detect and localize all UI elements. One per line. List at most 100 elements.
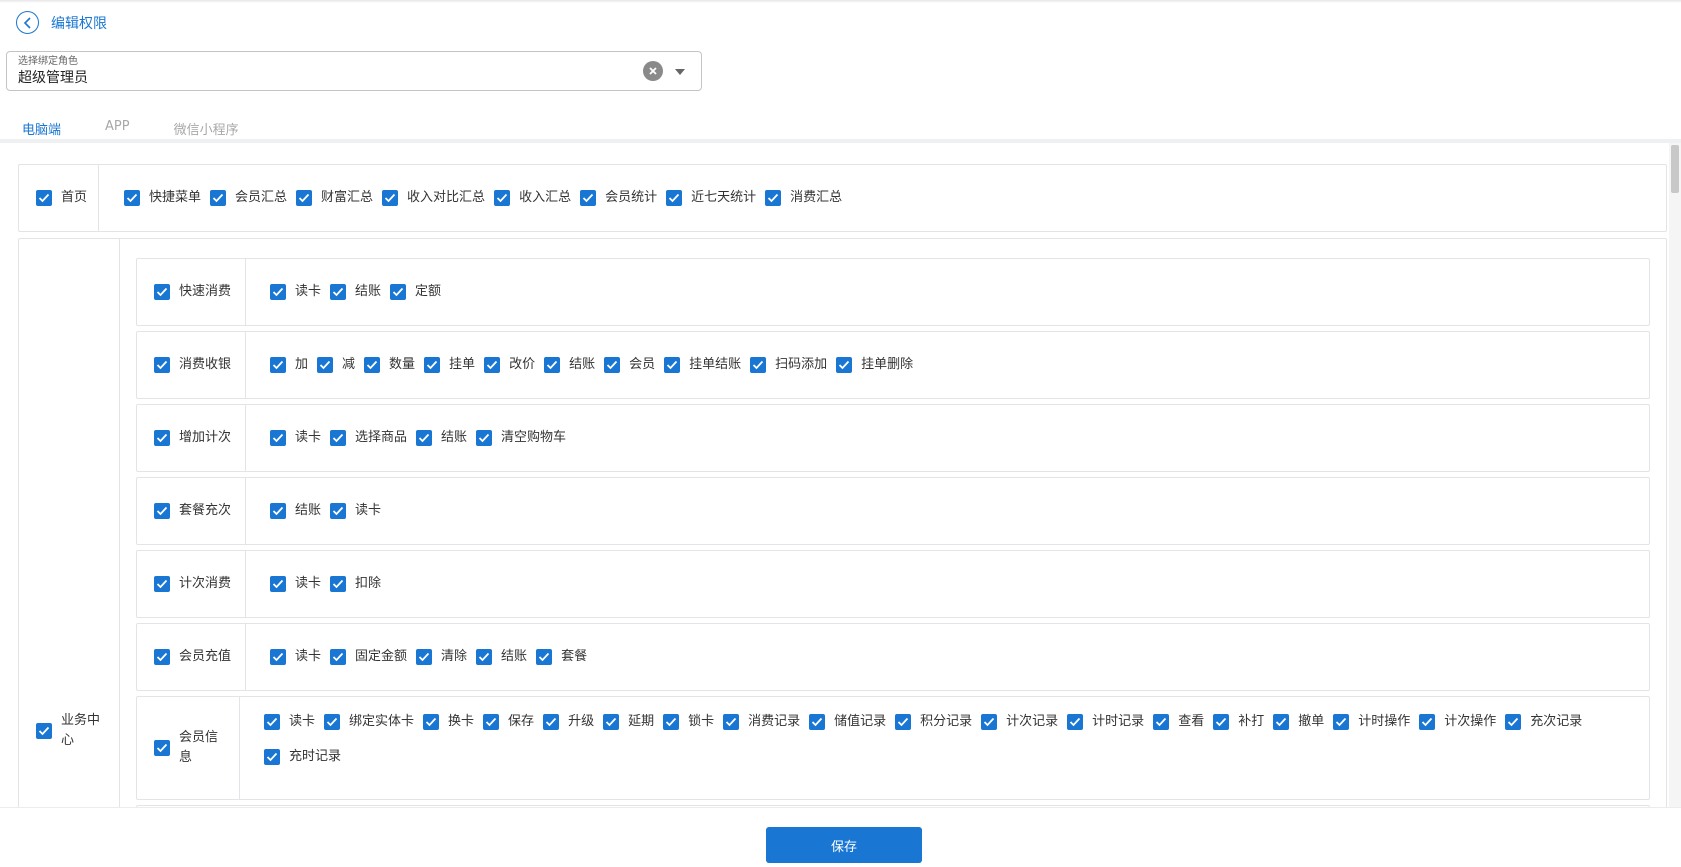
scrollbar-thumb[interactable] (1671, 145, 1679, 193)
checkbox-module[interactable]: 计次消费 (154, 575, 231, 593)
role-select-label: 选择绑定角色 (18, 56, 78, 67)
checkbox-label: 计时操作 (1358, 714, 1411, 729)
checkbox-label: 快速消费 (179, 284, 232, 299)
check-icon (536, 649, 553, 665)
checkbox-item[interactable]: 清空购物车 (476, 429, 566, 447)
check-icon (416, 430, 433, 446)
checkbox-item[interactable]: 会员汇总 (210, 189, 287, 207)
checkbox-item[interactable]: 储值记录 (809, 713, 886, 731)
checkbox-item[interactable]: 升级 (543, 713, 594, 731)
save-button[interactable]: 保存 (766, 827, 922, 863)
checkbox-item[interactable]: 加 (270, 356, 308, 374)
checkbox-item[interactable]: 结账 (544, 356, 595, 374)
group-home: 首页 快捷菜单 会员汇总 财富汇总 收入对比汇总 收入汇总 会员统计 近七天统计… (18, 164, 1667, 232)
checkbox-module[interactable]: 快速消费 (154, 283, 231, 301)
checkbox-item[interactable]: 锁卡 (663, 713, 714, 731)
checkbox-item[interactable]: 补打 (1213, 713, 1264, 731)
check-icon (664, 357, 681, 373)
checkbox-item[interactable]: 套餐 (536, 648, 587, 666)
module-items: 结账 读卡 (246, 478, 1649, 544)
checkbox-module[interactable]: 会员充值 (154, 648, 231, 666)
module-header: 会员信息 (137, 697, 240, 799)
checkbox-item[interactable]: 减 (317, 356, 355, 374)
role-select[interactable]: 选择绑定角色 超级管理员 (6, 51, 702, 91)
checkbox-item[interactable]: 延期 (603, 713, 654, 731)
checkbox-item[interactable]: 消费汇总 (765, 189, 842, 207)
check-icon (1273, 714, 1290, 730)
checkbox-module[interactable]: 套餐充次 (154, 502, 231, 520)
checkbox-item[interactable]: 结账 (416, 429, 467, 447)
checkbox-item[interactable]: 读卡 (270, 648, 321, 666)
checkbox-item[interactable]: 会员统计 (580, 189, 657, 207)
checkbox-label: 读卡 (289, 714, 316, 729)
checkbox-label: 读卡 (295, 430, 322, 445)
checkbox-label: 挂单结账 (689, 357, 742, 372)
checkbox-module[interactable]: 增加计次 (154, 429, 231, 447)
checkbox-item[interactable]: 计次操作 (1419, 713, 1496, 731)
checkbox-item[interactable]: 读卡 (270, 283, 321, 301)
checkbox-item[interactable]: 计次记录 (981, 713, 1058, 731)
module-cashier: 消费收银 加 减 数量 挂单 改价 结账 会员 挂单结账 扫码添加 挂单删除 (136, 331, 1650, 399)
checkbox-item[interactable]: 扫码添加 (750, 356, 827, 374)
checkbox-item[interactable]: 清除 (416, 648, 467, 666)
tab-app[interactable]: APP (97, 116, 138, 140)
checkbox-module[interactable]: 消费收银 (154, 356, 231, 374)
checkbox-item[interactable]: 挂单 (424, 356, 475, 374)
checkbox-item[interactable]: 挂单删除 (836, 356, 913, 374)
checkbox-item[interactable]: 充次记录 (1505, 713, 1582, 731)
checkbox-label: 积分记录 (920, 714, 973, 729)
module-items: 读卡 固定金额 清除 结账 套餐 (246, 624, 1649, 690)
checkbox-item[interactable]: 数量 (364, 356, 415, 374)
checkbox-item[interactable]: 换卡 (423, 713, 474, 731)
checkbox-item[interactable]: 选择商品 (330, 429, 407, 447)
tab-wechat-miniprogram[interactable]: 微信小程序 (166, 116, 247, 140)
checkbox-item[interactable]: 读卡 (270, 429, 321, 447)
permissions-panel: 首页 快捷菜单 会员汇总 财富汇总 收入对比汇总 收入汇总 会员统计 近七天统计… (0, 143, 1681, 807)
check-icon (603, 714, 620, 730)
checkbox-item[interactable]: 固定金额 (330, 648, 407, 666)
checkbox-home[interactable]: 首页 (36, 189, 87, 207)
checkbox-label: 结账 (501, 649, 528, 664)
checkbox-item[interactable]: 收入对比汇总 (382, 189, 485, 207)
checkbox-item[interactable]: 结账 (476, 648, 527, 666)
check-icon (666, 190, 683, 206)
checkbox-item[interactable]: 查看 (1153, 713, 1204, 731)
checkbox-business[interactable]: 业务中心 (36, 711, 107, 751)
checkbox-item[interactable]: 计时记录 (1067, 713, 1144, 731)
checkbox-item[interactable]: 结账 (330, 283, 381, 301)
checkbox-item[interactable]: 改价 (484, 356, 535, 374)
check-icon (544, 357, 561, 373)
checkbox-item[interactable]: 快捷菜单 (124, 189, 201, 207)
checkbox-item[interactable]: 结账 (270, 502, 321, 520)
checkbox-label: 选择商品 (355, 430, 408, 445)
checkbox-item[interactable]: 消费记录 (723, 713, 800, 731)
checkbox-item[interactable]: 读卡 (264, 713, 315, 731)
checkbox-label: 保存 (508, 714, 535, 729)
checkbox-item[interactable]: 财富汇总 (296, 189, 373, 207)
back-button[interactable] (16, 11, 39, 34)
checkbox-item[interactable]: 定额 (390, 283, 441, 301)
checkbox-label: 会员 (629, 357, 656, 372)
checkbox-item[interactable]: 绑定实体卡 (324, 713, 414, 731)
checkbox-item[interactable]: 读卡 (270, 575, 321, 593)
dropdown-arrow-icon[interactable] (675, 69, 685, 75)
checkbox-item[interactable]: 扣除 (330, 575, 381, 593)
check-icon (270, 284, 286, 300)
checkbox-item[interactable]: 收入汇总 (494, 189, 571, 207)
checkbox-item[interactable]: 充时记录 (264, 748, 341, 766)
checkbox-label: 扣除 (355, 576, 382, 591)
checkbox-item[interactable]: 近七天统计 (666, 189, 756, 207)
checkbox-item[interactable]: 挂单结账 (664, 356, 741, 374)
checkbox-item[interactable]: 计时操作 (1333, 713, 1410, 731)
clear-icon[interactable] (643, 61, 663, 81)
scrollbar[interactable] (1669, 143, 1681, 807)
checkbox-item[interactable]: 会员 (604, 356, 655, 374)
checkbox-item[interactable]: 撤单 (1273, 713, 1324, 731)
checkbox-label: 数量 (389, 357, 416, 372)
checkbox-item[interactable]: 保存 (483, 713, 534, 731)
checkbox-item[interactable]: 读卡 (330, 502, 381, 520)
chevron-left-icon (23, 16, 31, 29)
checkbox-label: 挂单删除 (861, 357, 914, 372)
checkbox-item[interactable]: 积分记录 (895, 713, 972, 731)
checkbox-module[interactable]: 会员信息 (154, 728, 225, 768)
